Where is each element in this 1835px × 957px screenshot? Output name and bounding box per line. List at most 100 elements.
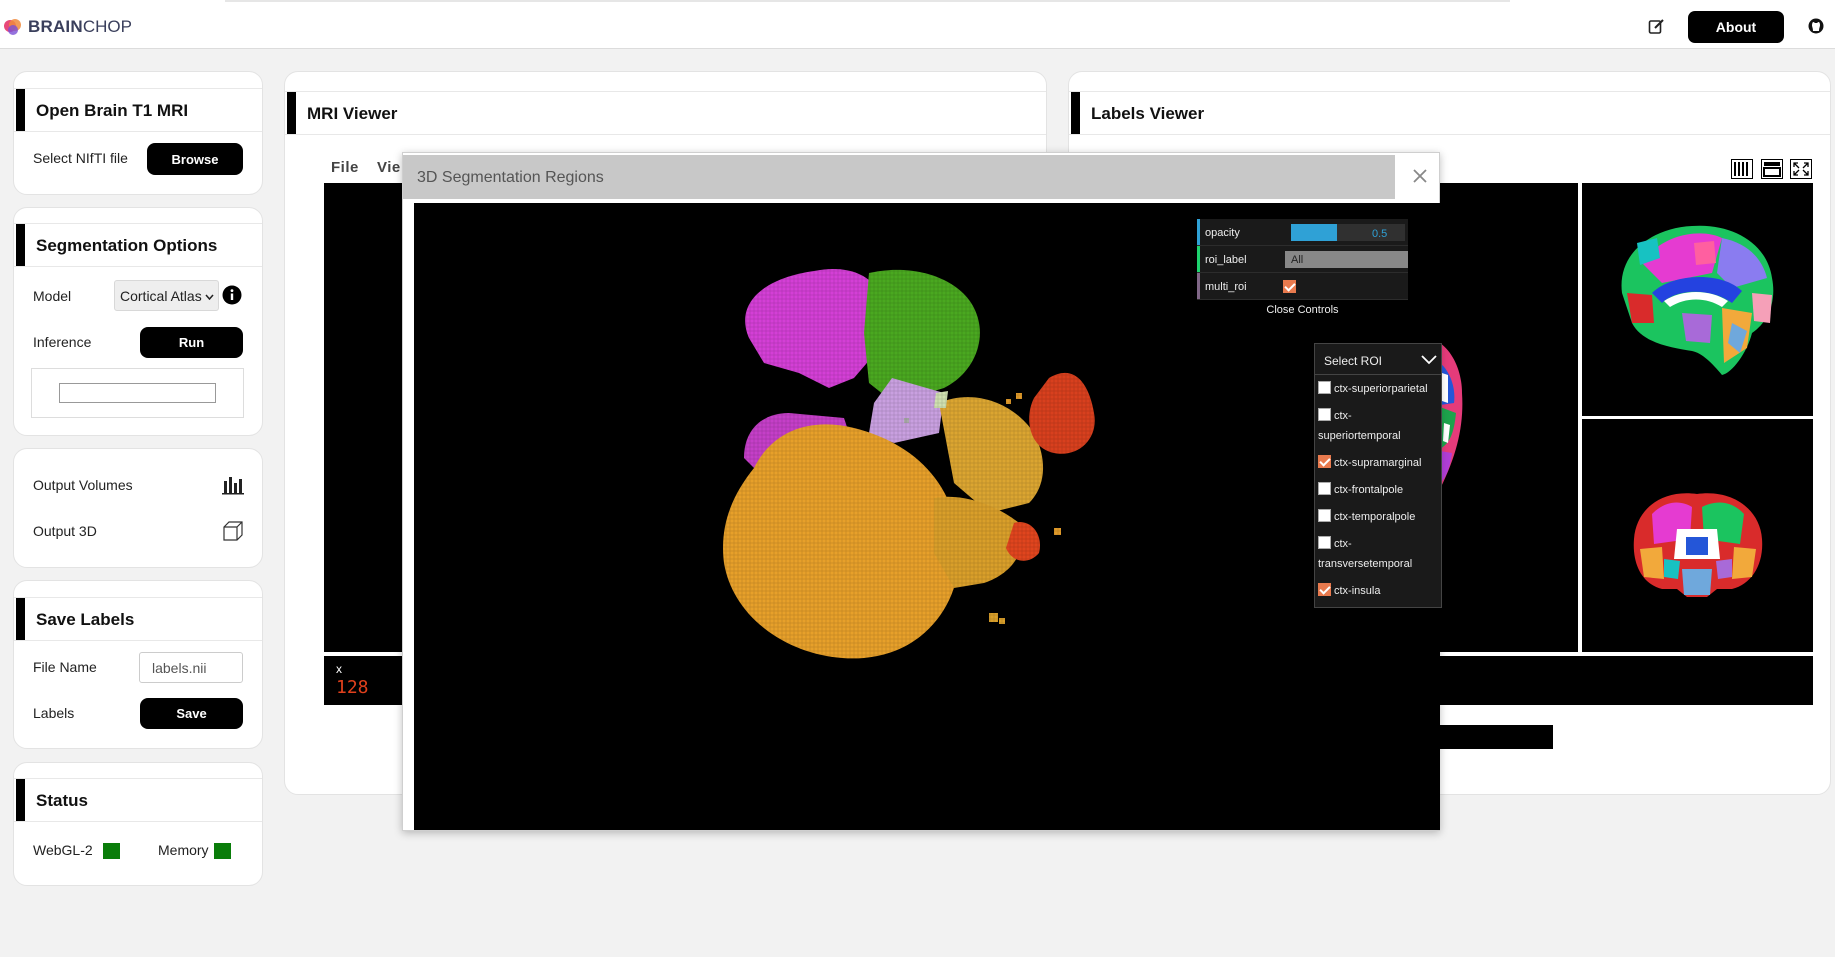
multi-roi-checkbox[interactable]	[1283, 280, 1296, 293]
inference-progress-bar	[59, 383, 216, 403]
output-volumes-label: Output Volumes	[33, 477, 133, 493]
barcode-icon[interactable]	[1731, 159, 1753, 179]
mri-viewer-header: MRI Viewer	[285, 91, 1046, 135]
roi-select-panel: Select ROI ctx-superiorparietal ctx-supe…	[1314, 343, 1442, 608]
roi-item-label: ctx-transversetemporal	[1318, 538, 1413, 570]
close-icon[interactable]	[1411, 167, 1429, 185]
render-3d-canvas[interactable]: opacity 0.5 roi_label All multi_roi Clos…	[414, 203, 1442, 830]
status-title: Status	[36, 791, 88, 810]
save-labels-header: Save Labels	[14, 597, 262, 641]
open-mri-card: Open Brain T1 MRI Select NIfTI file Brow…	[13, 71, 263, 195]
file-name-label: File Name	[33, 659, 97, 675]
roi-checkbox[interactable]	[1318, 509, 1331, 522]
select-nifti-label: Select NIfTI file	[33, 150, 128, 166]
output-card: Output Volumes Output 3D	[13, 448, 263, 568]
brand-name-bold: BRAIN	[28, 17, 83, 36]
chevron-down-icon	[205, 294, 214, 300]
memory-status-indicator	[214, 843, 231, 859]
labels-sagittal-slice	[1621, 225, 1774, 375]
segmentation-3d-dialog: 3D Segmentation Regions opacity 0.5 roi_…	[402, 152, 1442, 831]
scroll-indicator	[225, 0, 1510, 2]
roi-label-dropdown[interactable]: All	[1285, 251, 1408, 268]
brain-3d-render	[714, 263, 1104, 673]
opacity-value-input[interactable]: 0.5	[1369, 224, 1405, 241]
save-button[interactable]: Save	[140, 698, 243, 729]
segmentation-title: Segmentation Options	[36, 236, 218, 255]
labels-top-right-canvas[interactable]	[1582, 183, 1813, 416]
roi-checkbox[interactable]	[1318, 408, 1331, 421]
roi-label-value: All	[1291, 254, 1304, 266]
save-labels-title: Save Labels	[36, 610, 135, 629]
coord-axis: x	[336, 662, 342, 676]
mri-coord-readout: x 128	[324, 656, 402, 705]
labels-label: Labels	[33, 705, 75, 721]
roi-item[interactable]: ctx-transversetemporal	[1315, 530, 1441, 577]
labels-coronal-slice	[1633, 493, 1763, 597]
labels-status-strip	[1440, 725, 1553, 749]
dialog-header[interactable]: 3D Segmentation Regions	[403, 155, 1395, 199]
roi-select-title: Select ROI	[1324, 354, 1383, 368]
roi-item[interactable]: ctx-supramarginal	[1315, 449, 1441, 476]
roi-checkbox[interactable]	[1318, 482, 1331, 495]
roi-item-label: ctx-insula	[1334, 585, 1381, 597]
status-card: Status WebGL-2 Memory	[13, 762, 263, 886]
brand-logo[interactable]: BRAIN CHOP	[3, 17, 132, 37]
opacity-slider-fill	[1291, 224, 1337, 241]
roi-item[interactable]: ctx-superiorparietal	[1315, 375, 1441, 402]
menu-view[interactable]: Vie	[377, 159, 401, 176]
roi-checkbox[interactable]	[1318, 455, 1331, 468]
open-mri-title: Open Brain T1 MRI	[36, 101, 189, 120]
layout-icon[interactable]	[1761, 159, 1783, 179]
roi-checkbox[interactable]	[1318, 583, 1331, 596]
webgl-status-indicator	[103, 843, 120, 859]
top-navbar: BRAIN CHOP About	[0, 0, 1835, 49]
labels-coronal-canvas[interactable]	[1582, 419, 1813, 652]
status-header: Status	[14, 778, 262, 822]
bar-chart-icon[interactable]	[222, 475, 244, 495]
roi-checkbox[interactable]	[1318, 381, 1331, 394]
model-select[interactable]: Cortical Atlas	[114, 280, 219, 311]
cube-icon[interactable]	[222, 520, 244, 542]
gui-controls-panel: opacity 0.5 roi_label All multi_roi Clos…	[1197, 219, 1408, 322]
opacity-control: opacity 0.5	[1197, 219, 1408, 246]
roi-item[interactable]: ctx-temporalpole	[1315, 503, 1441, 530]
edit-icon[interactable]	[1648, 18, 1665, 35]
fullscreen-icon[interactable]	[1790, 159, 1812, 179]
github-icon[interactable]	[1808, 18, 1824, 34]
roi-item-label: ctx-supramarginal	[1334, 457, 1422, 469]
labels-coord-readout	[1440, 656, 1813, 705]
roi-item[interactable]: ctx-insula	[1315, 577, 1441, 607]
info-icon[interactable]	[222, 285, 242, 305]
roi-item-label: ctx-temporalpole	[1334, 511, 1416, 523]
roi-item[interactable]: ctx-superiortemporal	[1315, 402, 1441, 449]
brain-logo-icon	[4, 19, 21, 35]
dialog-title: 3D Segmentation Regions	[417, 169, 604, 186]
brand-name-light: CHOP	[82, 17, 132, 36]
model-select-value: Cortical Atlas	[120, 287, 202, 304]
roi-item[interactable]: ctx-frontalpole	[1315, 476, 1441, 503]
roi-checkbox[interactable]	[1318, 536, 1331, 549]
close-controls-button[interactable]: Close Controls	[1197, 300, 1408, 322]
memory-label: Memory	[158, 842, 209, 858]
open-mri-header: Open Brain T1 MRI	[14, 88, 262, 132]
about-button[interactable]: About	[1688, 11, 1784, 43]
labels-sagittal-canvas[interactable]	[1440, 183, 1578, 652]
roi-item-label: ctx-frontalpole	[1334, 484, 1404, 496]
run-button[interactable]: Run	[140, 327, 243, 358]
mri-canvas[interactable]	[324, 183, 402, 652]
coord-value: 128	[336, 677, 369, 698]
roi-label-control: roi_label All	[1197, 246, 1408, 273]
roi-select-header[interactable]: Select ROI	[1315, 344, 1441, 375]
browse-button[interactable]: Browse	[147, 143, 243, 175]
segmentation-header: Segmentation Options	[14, 223, 262, 267]
inference-label: Inference	[33, 334, 92, 350]
output-3d-label: Output 3D	[33, 523, 97, 539]
file-name-input[interactable]: labels.nii	[139, 652, 243, 683]
multi-roi-control: multi_roi	[1197, 273, 1408, 300]
mri-viewer-title: MRI Viewer	[307, 104, 398, 123]
sagittal-slice-fragment	[1440, 343, 1463, 489]
webgl-label: WebGL-2	[33, 842, 93, 858]
model-label: Model	[33, 288, 72, 304]
chevron-down-icon	[1421, 355, 1437, 365]
menu-file[interactable]: File	[331, 159, 359, 176]
